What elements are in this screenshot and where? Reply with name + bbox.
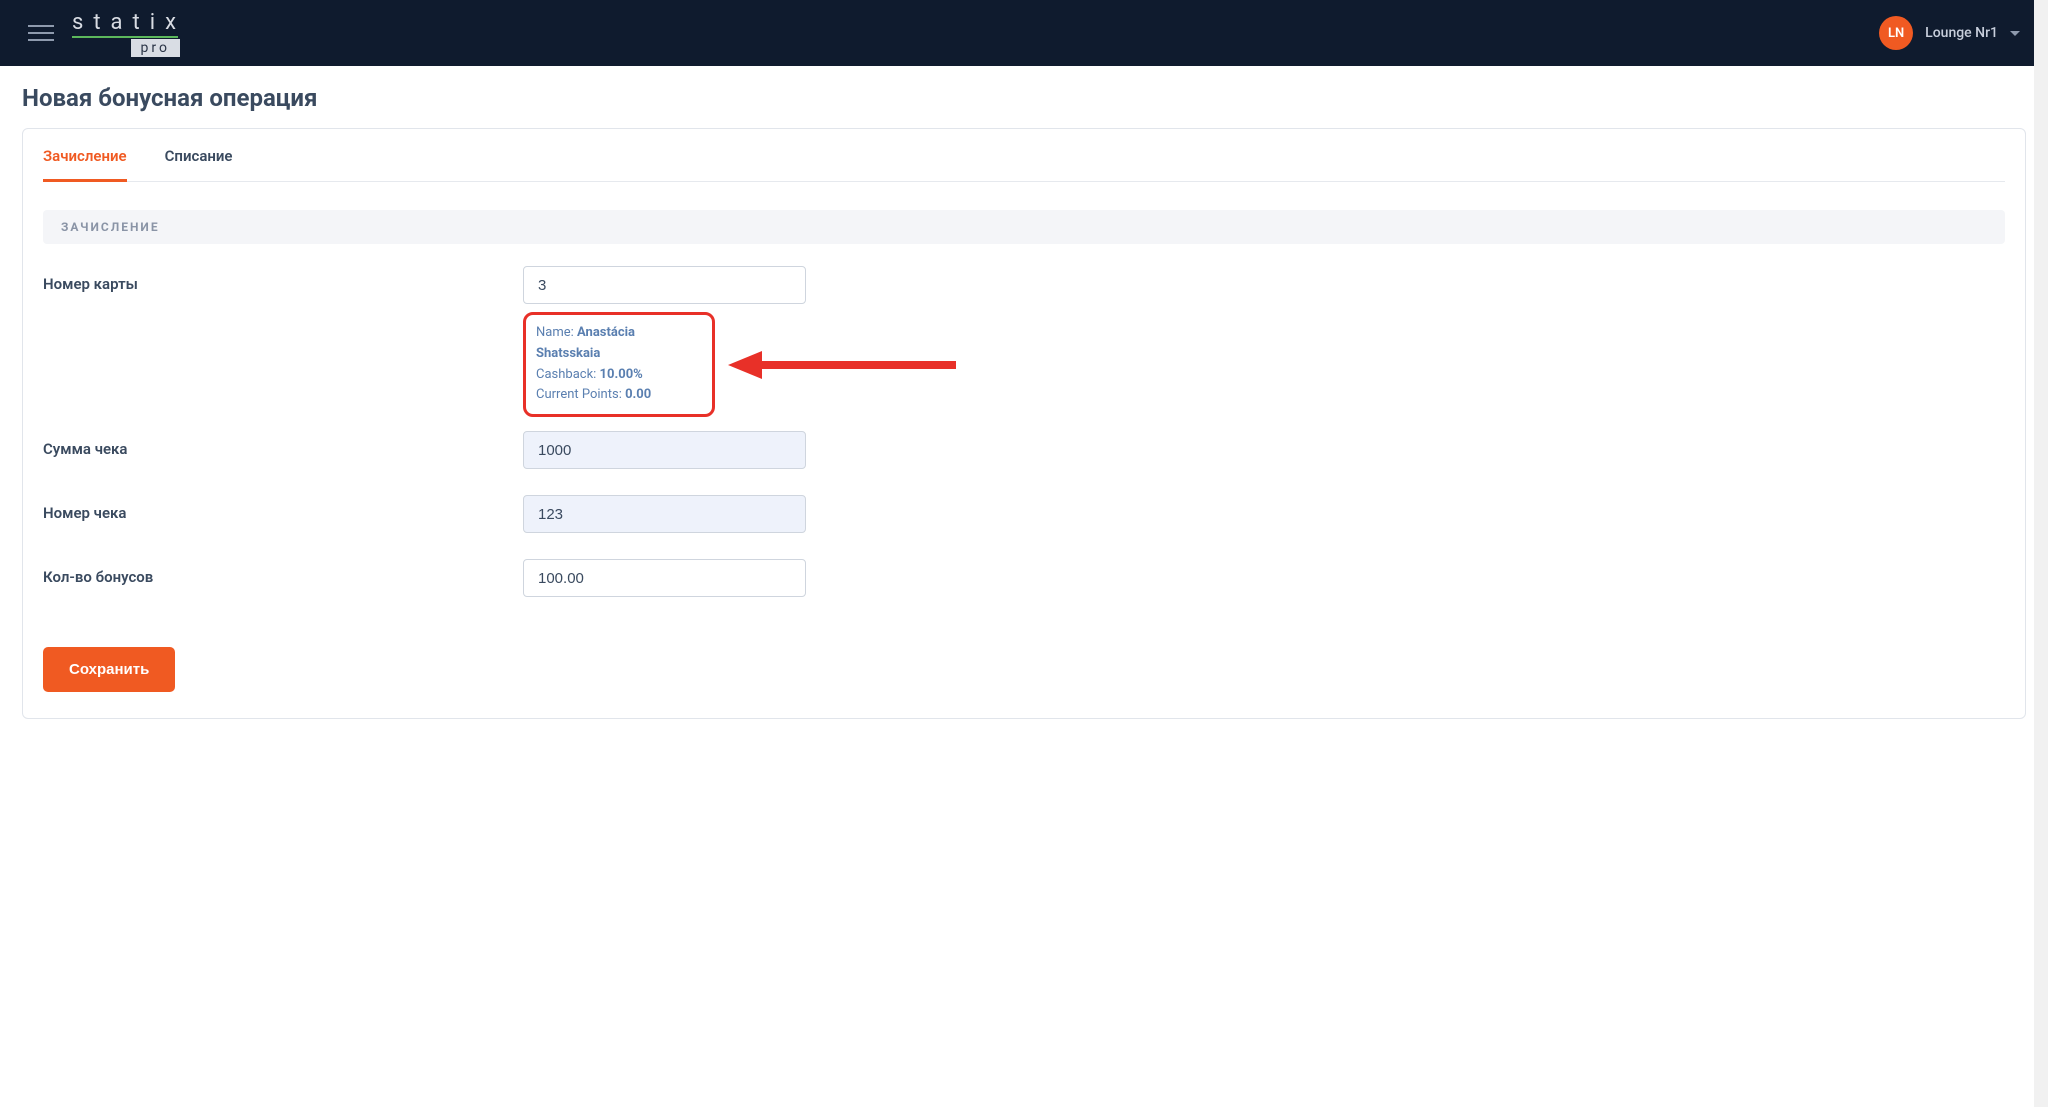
row-card-number: Номер карты Name: Anastácia Shatsskaia C… xyxy=(43,266,2005,417)
avatar: LN xyxy=(1879,16,1913,50)
card-info-box: Name: Anastácia Shatsskaia Cashback: 10.… xyxy=(523,312,715,417)
section-header: ЗАЧИСЛЕНИЕ xyxy=(43,210,2005,244)
label-check-number: Номер чека xyxy=(43,495,523,522)
tab-debit[interactable]: Списание xyxy=(165,147,233,181)
input-card-number[interactable] xyxy=(523,266,806,304)
row-check-amount: Сумма чека xyxy=(43,431,2005,469)
menu-icon[interactable] xyxy=(28,25,54,41)
scrollbar[interactable] xyxy=(2034,0,2048,1107)
app-header: statix pro LN Lounge Nr1 xyxy=(0,0,2048,66)
info-cashback: Cashback: 10.00% xyxy=(536,365,702,386)
input-check-amount[interactable] xyxy=(523,431,806,469)
row-bonus-qty: Кол-во бонусов xyxy=(43,559,2005,597)
content-area: Новая бонусная операция Зачисление Списа… xyxy=(0,66,2048,737)
form-card: Зачисление Списание ЗАЧИСЛЕНИЕ Номер кар… xyxy=(22,128,2026,719)
logo[interactable]: statix pro xyxy=(72,10,186,57)
tabs: Зачисление Списание xyxy=(43,147,2005,182)
save-button[interactable]: Сохранить xyxy=(43,647,175,692)
info-points: Current Points: 0.00 xyxy=(536,385,702,406)
page-title: Новая бонусная операция xyxy=(22,84,2026,112)
chevron-down-icon xyxy=(2010,31,2020,36)
info-name: Name: Anastácia Shatsskaia xyxy=(536,323,702,365)
logo-badge: pro xyxy=(131,39,180,57)
input-bonus-qty[interactable] xyxy=(523,559,806,597)
user-name: Lounge Nr1 xyxy=(1925,25,1998,41)
arrow-annotation-icon xyxy=(728,347,958,383)
label-card-number: Номер карты xyxy=(43,266,523,293)
input-check-number[interactable] xyxy=(523,495,806,533)
header-left: statix pro xyxy=(28,10,186,57)
row-check-number: Номер чека xyxy=(43,495,2005,533)
logo-text: statix xyxy=(72,10,186,35)
label-check-amount: Сумма чека xyxy=(43,431,523,458)
label-bonus-qty: Кол-во бонусов xyxy=(43,559,523,586)
user-menu[interactable]: LN Lounge Nr1 xyxy=(1879,16,2020,50)
tab-credit[interactable]: Зачисление xyxy=(43,147,127,181)
